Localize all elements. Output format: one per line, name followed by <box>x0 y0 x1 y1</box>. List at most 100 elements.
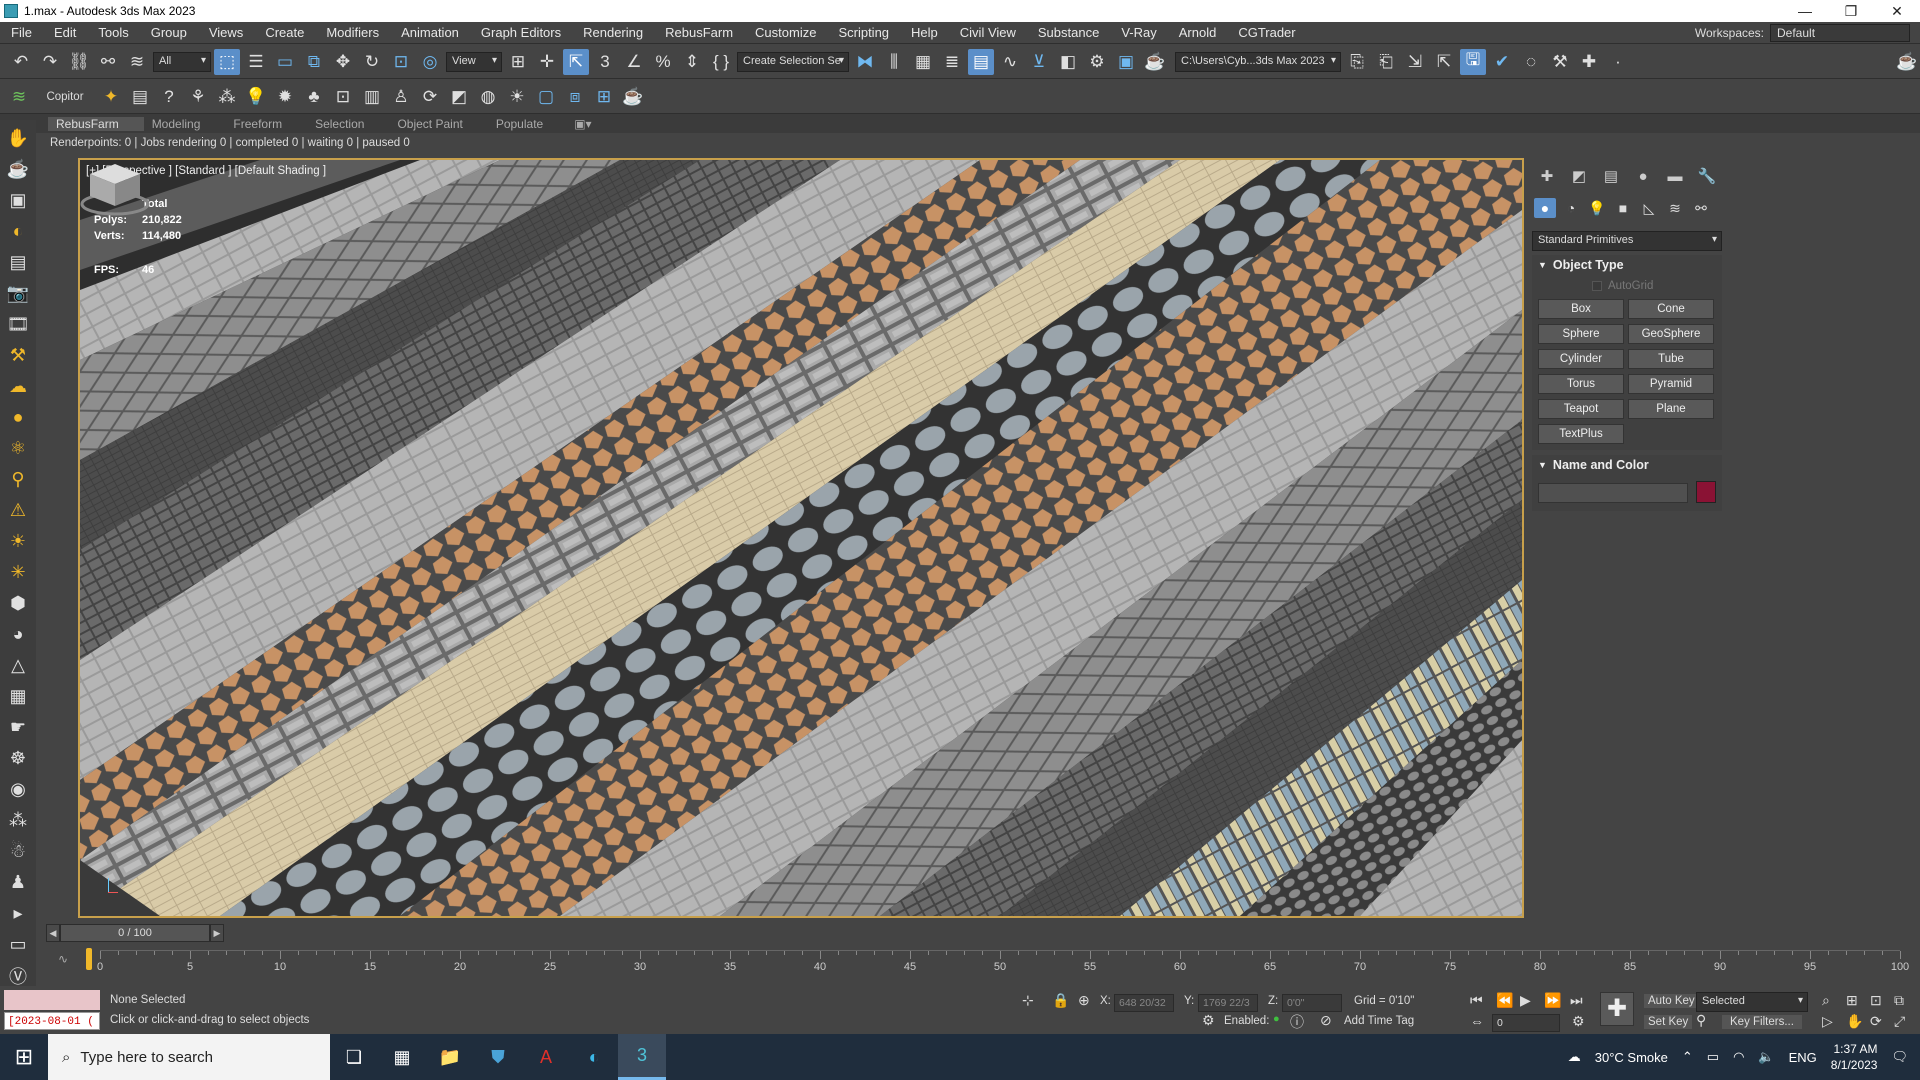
vray-icon[interactable]: Ⓥ <box>5 963 31 988</box>
snaps-toggle-icon[interactable]: 3 <box>592 49 618 75</box>
windows-start-icon[interactable]: ⊞ <box>0 1044 48 1070</box>
weather-text[interactable]: 30°C Smoke <box>1595 1050 1668 1065</box>
named-selection-dropdown[interactable]: Create Selection Se <box>737 51 849 72</box>
info-icon[interactable]: ⓘ <box>1290 1012 1304 1032</box>
pyramid-button[interactable]: Pyramid <box>1628 374 1714 394</box>
paint-icon[interactable]: ◐ <box>5 219 31 244</box>
menu-rebusfarm[interactable]: RebusFarm <box>654 25 744 40</box>
geometry-icon[interactable]: ● <box>1534 198 1556 218</box>
tab-object-paint[interactable]: Object Paint <box>389 117 487 131</box>
zoom-icon[interactable]: ⌕ <box>1822 992 1830 1009</box>
dot-icon[interactable]: · <box>1605 49 1631 75</box>
menu-animation[interactable]: Animation <box>390 25 470 40</box>
save-file-icon[interactable]: ⎗ <box>1373 49 1399 75</box>
spacewarps-icon[interactable]: ≋ <box>1664 198 1686 218</box>
grid-icon[interactable]: ⊞ <box>591 84 617 110</box>
edge-icon[interactable]: ◐ <box>570 1034 618 1080</box>
figure-tool-icon[interactable]: ☃ <box>5 839 31 864</box>
menu-rendering[interactable]: Rendering <box>572 25 654 40</box>
frame-ruler[interactable]: 0 5 10 15 20 25 30 35 40 45 50 55 60 65 70 75 80 85 90 95 10… <box>97 950 1909 980</box>
pan-icon[interactable]: ✋ <box>1846 1013 1863 1030</box>
add-time-tag[interactable]: Add Time Tag <box>1344 1015 1414 1027</box>
sun-icon[interactable]: ☀ <box>5 529 31 554</box>
import-icon[interactable]: ⇲ <box>1402 49 1428 75</box>
export-icon[interactable]: ⇱ <box>1431 49 1457 75</box>
hand-icon[interactable]: ✋ <box>5 126 31 151</box>
task-view-icon[interactable]: ❏ <box>330 1034 378 1080</box>
x-coordinate[interactable]: 648 20/32 <box>1114 994 1174 1012</box>
key-selection-dropdown[interactable]: Selected <box>1696 992 1808 1012</box>
sphere-material-icon[interactable]: ◍ <box>475 84 501 110</box>
object-color-swatch[interactable] <box>1696 481 1716 503</box>
window-icon[interactable]: ⧈ <box>562 84 588 110</box>
menu-tools[interactable]: Tools <box>87 25 139 40</box>
menu-civil-view[interactable]: Civil View <box>949 25 1027 40</box>
textplus-button[interactable]: TextPlus <box>1538 424 1624 444</box>
autogrid-checkbox[interactable] <box>1592 281 1602 291</box>
shapes-icon[interactable]: ⁂ <box>5 808 31 833</box>
go-to-end-icon[interactable]: ⏭ <box>1570 992 1583 1009</box>
render-setup-icon[interactable]: ⚙ <box>1084 49 1110 75</box>
cluster-icon[interactable]: ⁂ <box>214 84 240 110</box>
bulb-icon[interactable]: 💡 <box>243 84 269 110</box>
scene-explorer-icon[interactable]: ▦ <box>910 49 936 75</box>
teapot-icon[interactable]: ☕ <box>620 84 646 110</box>
angle-snap-icon[interactable]: ∠ <box>621 49 647 75</box>
next-frame-icon[interactable]: ▶ <box>210 924 224 942</box>
maxscript-listener[interactable] <box>4 990 100 1010</box>
mirror-icon[interactable]: ⧓ <box>852 49 878 75</box>
previous-key-icon[interactable]: ⏪ <box>1496 992 1513 1009</box>
shapes-icon[interactable]: ◔ <box>1560 198 1582 218</box>
atom-icon[interactable]: ⚛ <box>5 436 31 461</box>
ribbon-toggle-icon[interactable]: ▤ <box>968 48 994 75</box>
autogrid-option[interactable]: AutoGrid <box>1532 275 1722 297</box>
volume-icon[interactable]: 🔈 <box>1758 1049 1774 1065</box>
window-crossing-icon[interactable]: ⧉ <box>301 49 327 75</box>
check-icon[interactable]: ✔ <box>1489 49 1515 75</box>
adaptive-degradation-icon[interactable]: ⚙ <box>1202 1012 1215 1029</box>
absolute-mode-icon[interactable]: ⊕ <box>1078 992 1090 1009</box>
group-icon[interactable]: ⚘ <box>185 84 211 110</box>
sparkle-icon[interactable]: ✳ <box>5 560 31 585</box>
search-placeholder[interactable]: Type here to search <box>80 1049 213 1066</box>
time-slider[interactable]: 0 / 100 <box>60 924 210 942</box>
notification-icon[interactable]: 🗨 <box>1891 1049 1908 1065</box>
time-tag-icon[interactable]: ⊘ <box>1320 1012 1332 1029</box>
keyboard-shortcut-override-icon[interactable]: ⇱ <box>563 48 589 75</box>
menu-views[interactable]: Views <box>198 25 254 40</box>
panel-icon[interactable]: ▥ <box>359 84 385 110</box>
move-icon[interactable]: ✥ <box>330 49 356 75</box>
pivot-center-icon[interactable]: ⊞ <box>505 49 531 75</box>
torus-button[interactable]: Torus <box>1538 374 1624 394</box>
modify-tab-icon[interactable]: ◩ <box>1566 166 1592 186</box>
language-indicator[interactable]: ENG <box>1789 1050 1817 1065</box>
maximize-viewport-icon[interactable]: ⤢ <box>1894 1013 1905 1030</box>
menu-group[interactable]: Group <box>140 25 198 40</box>
tab-modeling[interactable]: Modeling <box>144 117 226 131</box>
z-coordinate[interactable]: 0'0" <box>1282 994 1342 1012</box>
grid-tool-icon[interactable]: ▦ <box>5 684 31 709</box>
unlink-icon[interactable]: ⚯ <box>95 49 121 75</box>
play-icon[interactable]: ▶ <box>1520 992 1531 1009</box>
bind-spacewarp-icon[interactable]: ≋ <box>124 49 150 75</box>
skin-icon[interactable]: ☸ <box>5 746 31 771</box>
rendered-frame-window-icon[interactable]: ▣ <box>1113 49 1139 75</box>
monitor-icon[interactable]: ▭ <box>5 932 31 957</box>
wifi-icon[interactable]: ◠ <box>1733 1049 1744 1065</box>
display-tab-icon[interactable]: ▬ <box>1662 166 1688 186</box>
object-type-header[interactable]: ▼ Object Type <box>1532 255 1722 275</box>
ribbon-options-icon[interactable]: ▣▾ <box>568 117 597 131</box>
align-icon[interactable]: ⫼ <box>881 49 907 75</box>
lock-icon[interactable]: 🔒 <box>1052 992 1069 1009</box>
close-button[interactable]: ✕ <box>1874 3 1920 20</box>
auto-key-button[interactable]: Auto Key <box>1644 994 1699 1008</box>
menu-file[interactable]: File <box>0 25 43 40</box>
rotate-view-icon[interactable]: ⟳ <box>417 84 443 110</box>
perspective-viewport[interactable]: [+] [Perspective ] [Standard ] [Default … <box>78 158 1524 918</box>
chevron-up-icon[interactable]: ⌃ <box>1682 1049 1693 1065</box>
maxscript-output[interactable]: [2023-08-01 ( <box>4 1012 100 1030</box>
rectangular-selection-icon[interactable]: ▭ <box>272 49 298 75</box>
sphere-button[interactable]: Sphere <box>1538 324 1624 344</box>
grab-icon[interactable]: ☛ <box>5 715 31 740</box>
box-icon[interactable]: ▢ <box>533 84 559 110</box>
